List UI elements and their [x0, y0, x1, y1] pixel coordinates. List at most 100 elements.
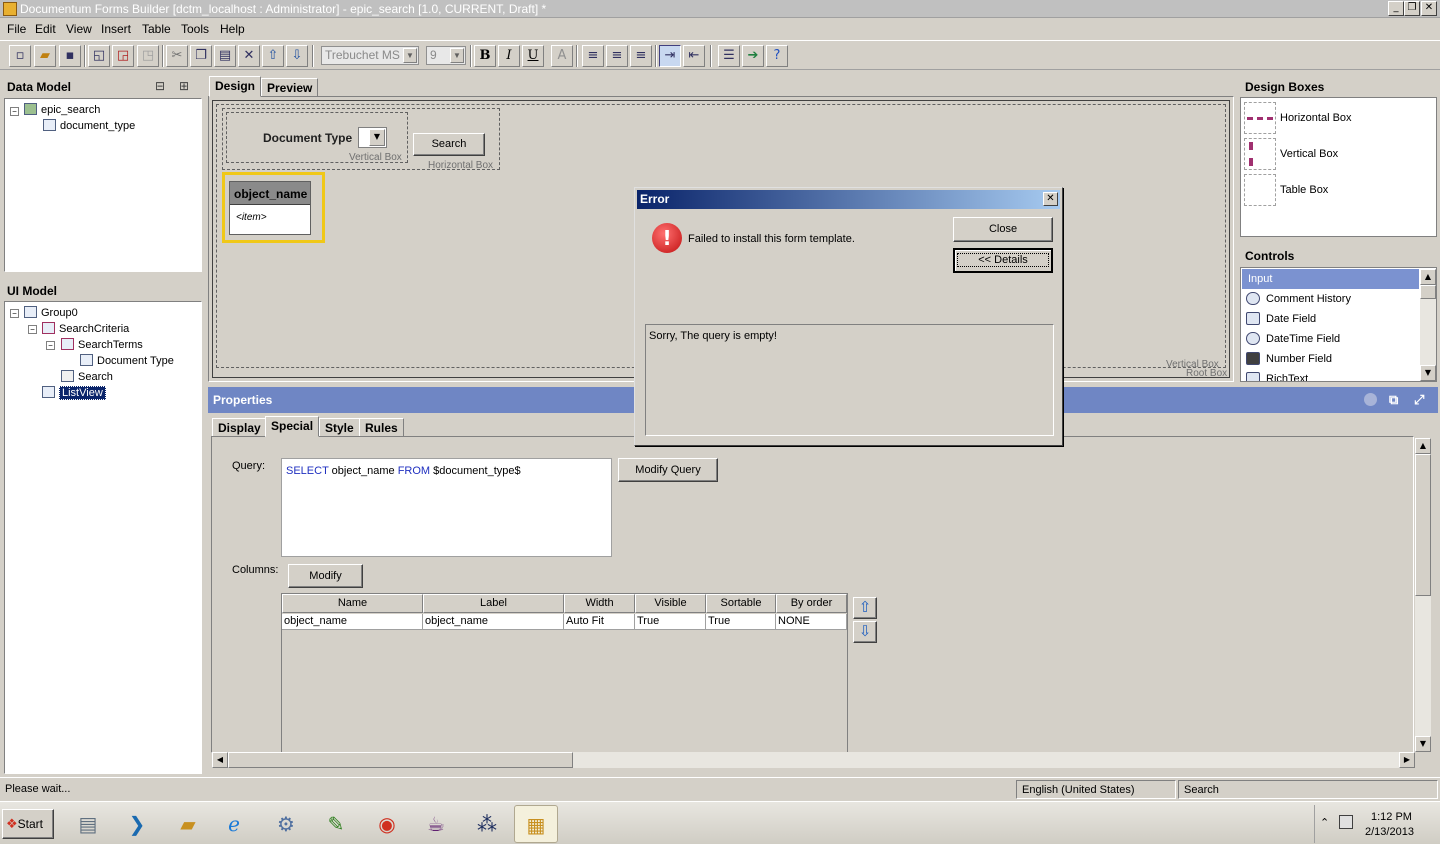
grid-header-label[interactable]: Label: [423, 594, 564, 613]
tab-special[interactable]: Special: [265, 416, 320, 437]
tree-item-search[interactable]: Search: [61, 369, 113, 385]
tree-item-searchcriteria[interactable]: SearchCriteria: [42, 321, 129, 337]
tree-item-listview[interactable]: ListView: [42, 385, 106, 401]
grid-header-visible[interactable]: Visible: [635, 594, 706, 613]
copy-icon[interactable]: ❐: [190, 45, 212, 67]
details-button[interactable]: << Details: [953, 248, 1053, 273]
settings-gear-icon[interactable]: ⚙: [264, 805, 308, 843]
chrome-icon[interactable]: ◉: [365, 805, 409, 843]
maximize-icon[interactable]: ⤢: [1414, 387, 1424, 413]
documentum-icon[interactable]: ⁂: [465, 805, 509, 843]
scroll-left-icon[interactable]: ◀: [212, 752, 228, 768]
delete-icon[interactable]: ✕: [238, 45, 260, 67]
align-center-icon[interactable]: ≡: [606, 45, 628, 67]
tray-expand-icon[interactable]: ⌃: [1320, 816, 1329, 829]
collapse-icon[interactable]: ⊟: [155, 79, 165, 93]
list-icon[interactable]: ☰: [718, 45, 740, 67]
align-left-icon[interactable]: ≡: [582, 45, 604, 67]
control-date-field[interactable]: Date Field: [1244, 309, 1419, 329]
collapse-node-icon[interactable]: −: [46, 341, 55, 350]
scroll-thumb[interactable]: [228, 752, 573, 768]
restore-button[interactable]: ❐: [1404, 1, 1420, 16]
columns-grid[interactable]: Name Label Width Visible Sortable By ord…: [281, 593, 848, 754]
collapse-node-icon[interactable]: −: [28, 325, 37, 334]
scroll-thumb[interactable]: [1415, 454, 1431, 596]
menu-table[interactable]: Table: [142, 22, 171, 36]
powershell-icon[interactable]: ❯: [115, 805, 159, 843]
font-name-combo[interactable]: Trebuchet MS ▼: [321, 46, 419, 65]
page-icon[interactable]: ◱: [88, 45, 110, 67]
internet-explorer-icon[interactable]: ℯ: [212, 805, 256, 843]
expand-icon[interactable]: ⊞: [179, 79, 189, 93]
server-manager-icon[interactable]: ▤: [66, 805, 110, 843]
dialog-close-icon[interactable]: ✕: [1043, 192, 1058, 206]
menu-help[interactable]: Help: [220, 22, 245, 36]
paste-icon[interactable]: ▤: [214, 45, 236, 67]
forms-builder-icon[interactable]: ▦: [514, 805, 558, 843]
menu-tools[interactable]: Tools: [181, 22, 209, 36]
cut-icon[interactable]: ✂: [166, 45, 188, 67]
grid-cell[interactable]: True: [706, 614, 776, 630]
align-right-icon[interactable]: ≡: [630, 45, 652, 67]
grid-cell[interactable]: True: [635, 614, 706, 630]
grid-cell[interactable]: Auto Fit: [564, 614, 635, 630]
collapse-node-icon[interactable]: −: [10, 107, 19, 116]
collapse-node-icon[interactable]: −: [10, 309, 19, 318]
java-ide-icon[interactable]: ☕: [414, 805, 458, 843]
tree-item-epic-search[interactable]: epic_search: [24, 102, 100, 118]
scroll-up-icon[interactable]: ▲: [1420, 269, 1436, 285]
font-size-combo[interactable]: 9 ▼: [426, 46, 466, 65]
control-datetime-field[interactable]: DateTime Field: [1244, 329, 1419, 349]
tree-item-document-type[interactable]: document_type: [43, 118, 135, 134]
save-icon[interactable]: ▪: [59, 45, 81, 67]
scroll-thumb[interactable]: [1420, 285, 1436, 299]
text-color-button[interactable]: A: [551, 45, 573, 67]
canvas-search-button[interactable]: Search: [413, 133, 485, 156]
grid-header-by-order[interactable]: By order: [776, 594, 847, 613]
tab-style[interactable]: Style: [319, 418, 360, 437]
explorer-icon[interactable]: ▰: [166, 805, 210, 843]
menu-edit[interactable]: Edit: [35, 22, 56, 36]
bold-button[interactable]: B: [474, 45, 496, 67]
move-column-down-icon[interactable]: ⇩: [853, 621, 877, 643]
page-edit-icon[interactable]: ◲: [112, 45, 134, 67]
pin-icon[interactable]: [1364, 393, 1377, 406]
document-type-dropdown[interactable]: ▼: [358, 127, 387, 148]
grid-cell[interactable]: object_name: [423, 614, 564, 630]
new-icon[interactable]: ▫: [9, 45, 31, 67]
export-icon[interactable]: ➔: [742, 45, 764, 67]
menu-view[interactable]: View: [66, 22, 92, 36]
controls-scrollbar[interactable]: ▲ ▼: [1420, 269, 1436, 381]
menu-file[interactable]: File: [7, 22, 26, 36]
control-comment-history[interactable]: Comment History: [1244, 289, 1419, 309]
listview-control[interactable]: object_name <item>: [229, 181, 311, 235]
close-window-button[interactable]: ✕: [1421, 1, 1437, 16]
menu-insert[interactable]: Insert: [101, 22, 131, 36]
page-delete-icon[interactable]: ◳: [137, 45, 159, 67]
scroll-down-icon[interactable]: ▼: [1415, 736, 1431, 752]
move-column-up-icon[interactable]: ⇧: [853, 597, 877, 619]
scroll-right-icon[interactable]: ▶: [1399, 752, 1415, 768]
tab-design[interactable]: Design: [209, 76, 262, 97]
control-number-field[interactable]: Number Field: [1244, 349, 1419, 369]
float-icon[interactable]: ⧉: [1389, 387, 1398, 413]
scroll-up-icon[interactable]: ▲: [1415, 438, 1431, 454]
tab-display[interactable]: Display: [212, 418, 267, 437]
tree-item-group0[interactable]: Group0: [24, 305, 78, 321]
grid-header-width[interactable]: Width: [564, 594, 635, 613]
close-button[interactable]: Close: [953, 217, 1053, 242]
indent-right-icon[interactable]: ⇥: [659, 45, 681, 67]
network-icon[interactable]: [1339, 815, 1353, 829]
tab-preview[interactable]: Preview: [261, 78, 319, 97]
indent-left-icon[interactable]: ⇤: [683, 45, 705, 67]
grid-header-name[interactable]: Name: [282, 594, 423, 613]
open-icon[interactable]: ▰: [34, 45, 56, 67]
control-input[interactable]: Input: [1244, 269, 1419, 289]
help-icon[interactable]: ?: [766, 45, 788, 67]
query-editor[interactable]: SELECT object_name FROM $document_type$: [281, 458, 612, 557]
grid-cell[interactable]: NONE: [776, 614, 847, 630]
tree-item-document-type[interactable]: Document Type: [80, 353, 174, 369]
grid-cell[interactable]: object_name: [282, 614, 423, 630]
start-button[interactable]: ❖Start: [2, 809, 54, 839]
tree-item-searchterms[interactable]: SearchTerms: [61, 337, 143, 353]
